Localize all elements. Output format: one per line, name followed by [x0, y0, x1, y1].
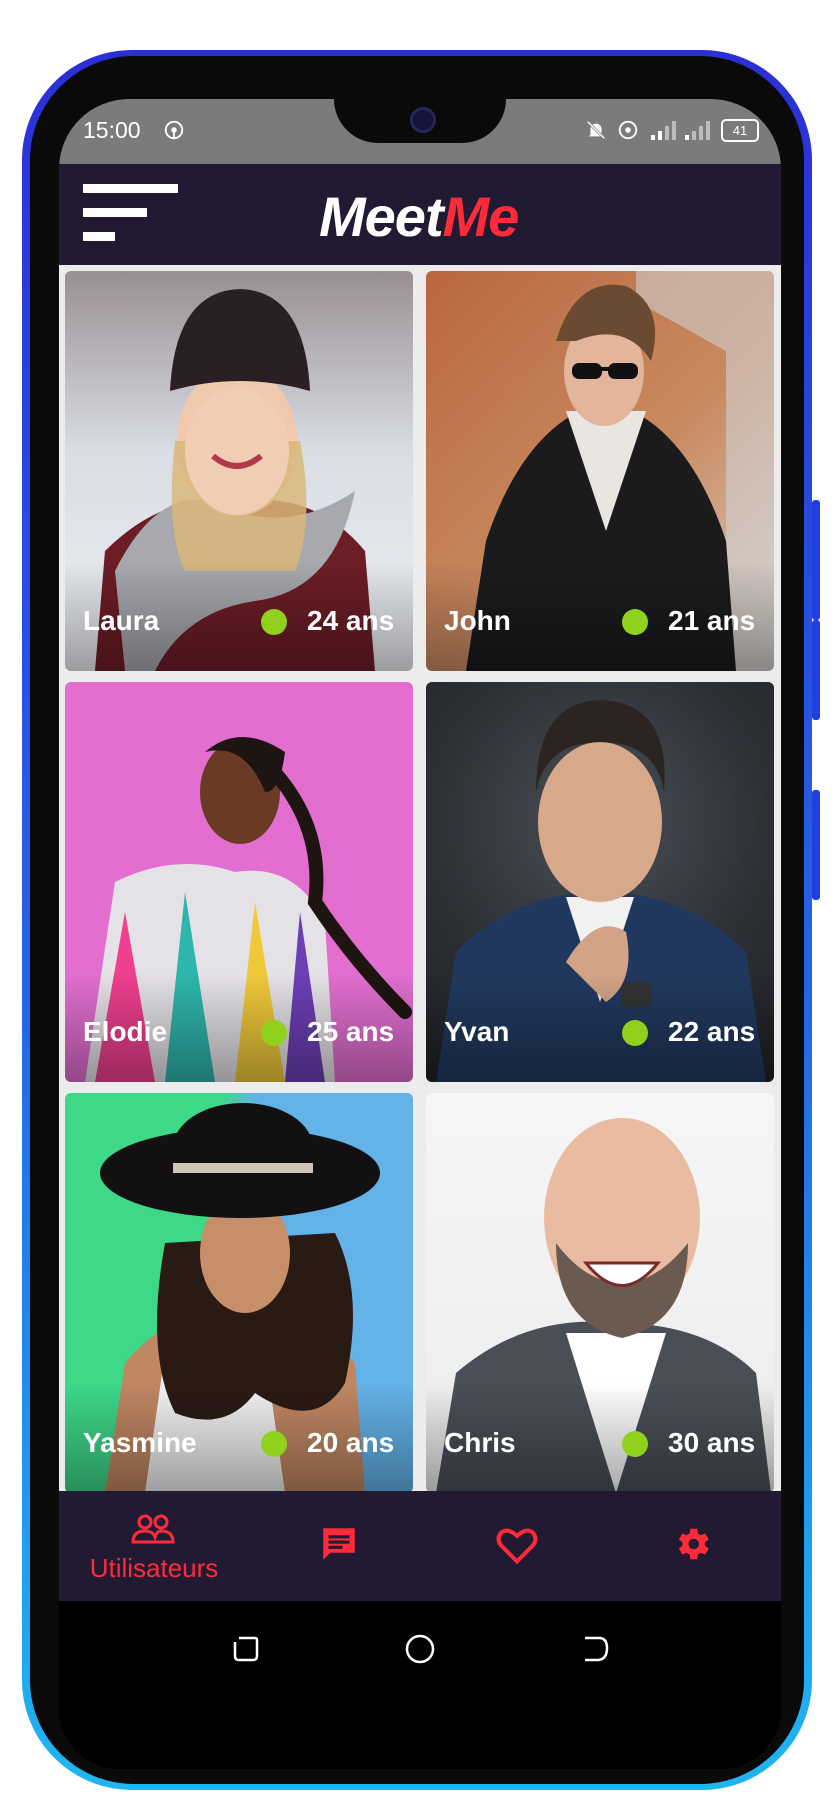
- back-icon[interactable]: [581, 1634, 611, 1664]
- nav-users[interactable]: Utilisateurs: [59, 1491, 249, 1601]
- profile-name: Elodie: [83, 1016, 168, 1047]
- online-indicator: [261, 609, 287, 635]
- bottom-navigation: Utilisateurs: [59, 1491, 781, 1601]
- profile-card[interactable]: Elodie 25 ans: [65, 682, 413, 1082]
- home-icon[interactable]: [404, 1633, 436, 1665]
- profile-name: John: [444, 605, 511, 636]
- profile-grid: Laura 24 ans John 21 ans Elodie 25 ans Y…: [59, 265, 781, 1493]
- hotspot-status-icon: [618, 120, 638, 140]
- profile-name: Yvan: [444, 1016, 510, 1047]
- profile-card[interactable]: Chris 30 ans: [426, 1093, 774, 1493]
- volume-button-lower: [812, 620, 820, 720]
- nav-favorites[interactable]: [429, 1491, 605, 1601]
- app-bar: MeetMe: [59, 164, 781, 265]
- online-indicator: [622, 1020, 648, 1046]
- heart-icon: [496, 1528, 538, 1565]
- nav-users-label: Utilisateurs: [89, 1553, 219, 1583]
- hotspot-icon: [164, 120, 184, 140]
- online-indicator: [622, 609, 648, 635]
- menu-icon[interactable]: [83, 184, 183, 254]
- mute-bell-icon: [586, 120, 606, 140]
- profile-age: 22 ans: [668, 1016, 756, 1047]
- gear-icon: [678, 1528, 709, 1560]
- profile-card[interactable]: Laura 24 ans: [65, 271, 413, 671]
- phone-screen: 15:00 41 MeetMe Laura 24 ans John 21 ans…: [59, 99, 781, 1769]
- profile-name: Laura: [83, 605, 160, 636]
- profile-age: 24 ans: [307, 605, 395, 636]
- recent-apps-icon[interactable]: [231, 1634, 261, 1664]
- profile-age: 21 ans: [668, 605, 756, 636]
- front-camera: [410, 107, 436, 133]
- battery-icon: 41: [721, 119, 759, 142]
- profile-age: 25 ans: [307, 1016, 395, 1047]
- users-icon: [131, 1514, 175, 1544]
- app-logo: MeetMe: [319, 185, 519, 248]
- profile-name: Chris: [444, 1427, 516, 1458]
- nav-settings[interactable]: [605, 1491, 781, 1601]
- system-navigation-bar: [59, 1601, 781, 1769]
- power-button: [812, 790, 820, 900]
- profile-age: 30 ans: [668, 1427, 756, 1458]
- status-time: 15:00: [83, 117, 141, 143]
- online-indicator: [261, 1431, 287, 1457]
- online-indicator: [622, 1431, 648, 1457]
- online-indicator: [261, 1020, 287, 1046]
- chat-icon: [323, 1528, 355, 1560]
- profile-name: Yasmine: [83, 1427, 197, 1458]
- profile-card[interactable]: Yvan 22 ans: [426, 682, 774, 1082]
- nav-messages[interactable]: [249, 1491, 429, 1601]
- profile-card[interactable]: Yasmine 20 ans: [65, 1093, 413, 1493]
- volume-button: [812, 500, 820, 620]
- signal-icon-1: [651, 121, 676, 140]
- profile-card[interactable]: John 21 ans: [426, 271, 774, 671]
- profile-age: 20 ans: [307, 1427, 395, 1458]
- signal-icon-2: [685, 121, 710, 140]
